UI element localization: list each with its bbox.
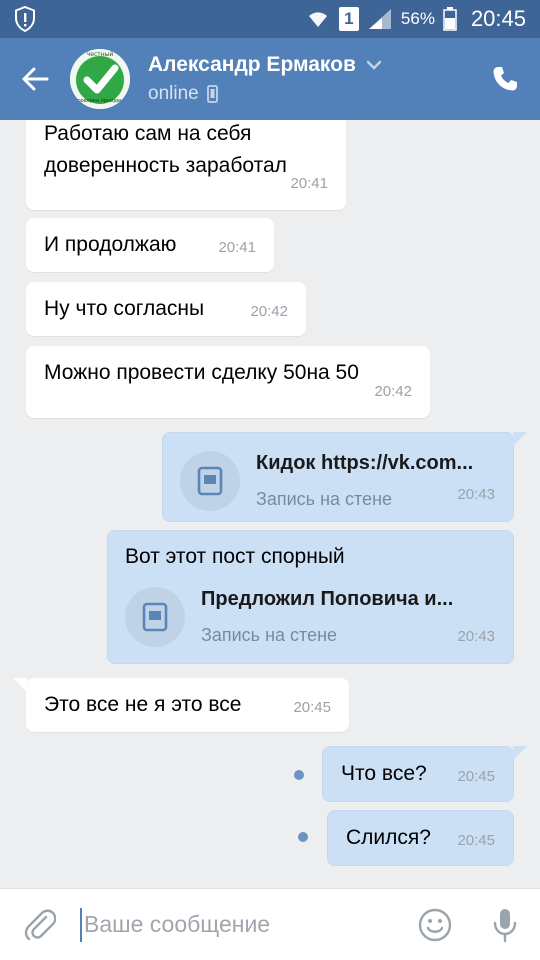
composer [0,888,540,960]
unread-indicator [294,770,304,780]
message-text: Что все? [341,762,427,785]
chevron-down-icon [366,60,382,70]
message-bubble-outgoing[interactable]: Вот этот пост спорный Предложил Поповича… [107,530,514,664]
wall-post-attachment[interactable]: Кидок https://vk.com... Запись на стене [180,447,495,515]
contact-name: Александр Ермаков [148,53,356,76]
attach-button[interactable] [0,889,80,960]
message-time: 20:45 [457,768,495,785]
message-text: И продолжаю [44,233,177,256]
message-bubble-incoming[interactable]: Это все не я это все 20:45 [26,678,349,732]
message-text: Можно провести сделку 50на 50 [44,361,359,384]
bubble-tail [13,678,27,692]
message-input[interactable] [80,907,400,942]
post-icon [180,451,240,511]
message-time: 20:43 [457,486,495,503]
avatar[interactable]: честный Проверка пройдена [70,49,130,109]
online-status: online [148,83,199,104]
attachment-title: Кидок https://vk.com... [256,452,474,474]
message-text: Ну что согласны [44,297,205,320]
clock: 20:45 [470,6,526,31]
unread-indicator [298,832,308,842]
signal-icon [368,9,391,29]
message-time: 20:41 [290,175,328,192]
voice-message-button[interactable] [470,889,540,960]
microphone-icon [493,908,517,942]
attachment-title: Предложил Поповича и... [201,588,454,610]
message-bubble-outgoing[interactable]: Кидок https://vk.com... Запись на стене … [162,432,527,522]
message-bubble-incoming[interactable]: И продолжаю 20:41 [26,218,274,272]
bubble-tail [513,432,527,446]
shield-alert-icon [15,6,35,32]
post-icon [125,587,185,647]
svg-text:честный: честный [87,51,114,58]
message-bubble-incoming[interactable]: Ну что согласны 20:42 [26,282,306,336]
call-button[interactable] [470,38,540,120]
message-time: 20:43 [457,628,495,645]
battery-icon [443,7,457,31]
checkmark-avatar: честный Проверка пройдена [70,49,130,109]
chat-title[interactable]: Александр Ермаков online [148,53,382,105]
message-time: 20:45 [293,699,331,716]
bubble-tail [513,746,527,760]
smiley-icon [418,908,452,941]
message-bubble-incoming[interactable]: Работаю сам на себя доверенность заработ… [26,120,346,210]
arrow-left-icon [22,67,49,91]
message-time: 20:42 [374,383,412,400]
mobile-phone-icon [206,85,218,103]
chat-header: честный Проверка пройдена Александр Ерма… [0,38,540,120]
message-bubble-incoming[interactable]: Можно провести сделку 50на 50 20:42 [26,346,430,418]
svg-text:Проверка пройдена: Проверка пройдена [74,97,126,104]
back-button[interactable] [0,38,70,120]
message-text: Это все не я это все [44,693,242,716]
battery-percent: 56% [400,9,435,28]
message-time: 20:42 [250,303,288,320]
wall-post-attachment[interactable]: Предложил Поповича и... Запись на стене [125,583,495,651]
paperclip-icon [24,909,56,940]
attachment-subtitle: Запись на стене [201,625,338,645]
message-bubble-outgoing[interactable]: Что все? 20:45 [322,746,527,802]
wifi-icon [308,12,327,27]
phone-icon [493,67,517,91]
message-list[interactable]: Работаю сам на себя доверенность заработ… [0,120,540,888]
message-text: Работаю сам на себя доверенность заработ… [44,122,287,177]
message-time: 20:45 [457,832,495,849]
message-time: 20:41 [218,239,256,256]
emoji-button[interactable] [400,889,470,960]
status-bar: 1 56% 20:45 [0,0,540,38]
message-text: Слился? [346,826,431,849]
message-bubble-outgoing[interactable]: Слился? 20:45 [327,810,514,866]
sim-badge: 1 [338,7,359,31]
message-text: Вот этот пост спорный [125,545,345,568]
